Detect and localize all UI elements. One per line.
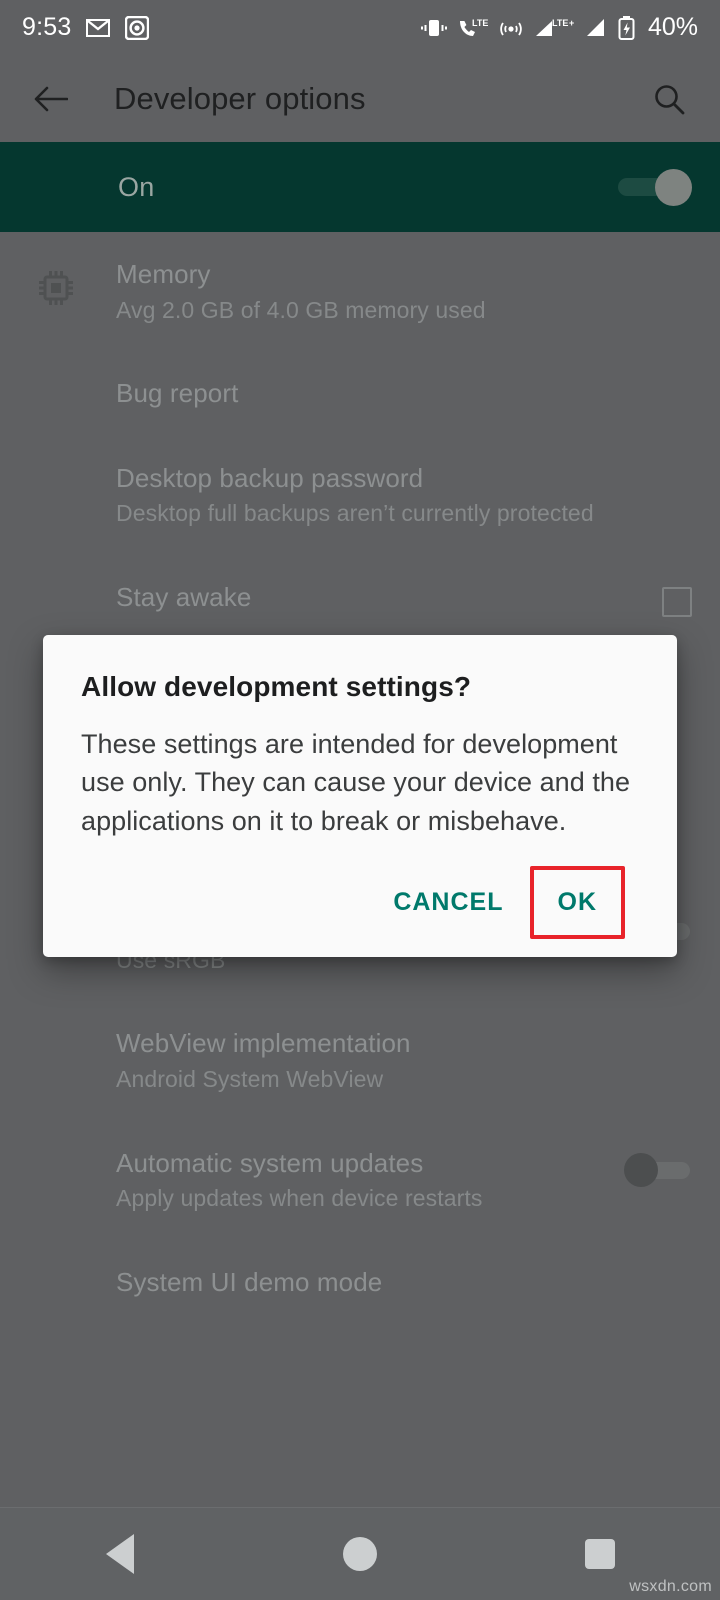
gmail-icon (85, 17, 111, 39)
memory-chip-icon (28, 260, 84, 316)
app-bar: Developer options (0, 55, 720, 142)
master-switch-label: On (118, 171, 155, 202)
nav-recents-square (585, 1539, 615, 1569)
nav-back-icon[interactable] (0, 1508, 240, 1600)
list-item-title: Memory (116, 259, 211, 289)
clock: 9:53 (22, 13, 72, 41)
nav-home-circle (343, 1537, 377, 1571)
nav-back-triangle (106, 1534, 134, 1574)
hotspot-icon (499, 17, 523, 39)
list-item-title: WebView implementation (116, 1028, 411, 1059)
list-item-title: Bug report (116, 378, 239, 409)
list-item[interactable]: Memory Avg 2.0 GB of 4.0 GB memory used (0, 232, 720, 351)
battery-charging-icon (618, 15, 635, 40)
ok-button[interactable]: OK (529, 865, 625, 939)
signal-lte-icon: LTE + (534, 17, 574, 39)
list-item-text: Automatic system updates Apply updates w… (116, 1147, 610, 1214)
search-icon[interactable] (646, 76, 692, 122)
list-item[interactable]: Bug report (0, 351, 720, 436)
list-item[interactable]: System UI demo mode (0, 1240, 720, 1325)
signal-bars-icon (585, 17, 607, 39)
list-item-subtitle: Desktop full backups aren’t currently pr… (116, 500, 594, 527)
list-item-text: Bug report (116, 377, 692, 410)
list-item-control[interactable] (662, 581, 692, 618)
list-item[interactable]: WebView implementation Android System We… (0, 1001, 720, 1120)
status-bar-right: LTE LTE + 40% (420, 13, 698, 42)
status-bar-left: 9:53 (22, 13, 150, 42)
dialog-message: These settings are intended for developm… (81, 729, 631, 836)
phone-screen: 9:53 LTE LTE + 40% Developer options On … (0, 0, 720, 1600)
svg-text:+: + (569, 18, 574, 28)
dialog-title: Allow development settings? (81, 671, 472, 702)
record-icon (125, 15, 150, 40)
automatic-system-updates-switch[interactable] (624, 1152, 692, 1187)
page-title: Developer options (114, 80, 366, 116)
switch-thumb (624, 1152, 658, 1187)
list-item-text: System UI demo mode (116, 1266, 692, 1299)
list-item-control[interactable] (624, 1147, 692, 1187)
system-navigation-bar (0, 1507, 720, 1600)
list-item-title: System UI demo mode (116, 1267, 383, 1298)
list-item[interactable]: Desktop backup password Desktop full bac… (0, 436, 720, 555)
list-item-text: Memory Avg 2.0 GB of 4.0 GB memory used (116, 258, 692, 325)
svg-text:LTE: LTE (552, 18, 568, 28)
arrow-back-icon[interactable] (28, 76, 74, 122)
vibrate-icon (420, 18, 447, 38)
list-item-title: Stay awake (116, 582, 252, 613)
nav-home-icon[interactable] (240, 1508, 480, 1600)
master-switch-toggle[interactable] (618, 167, 692, 207)
list-item-subtitle: Apply updates when device restarts (116, 1185, 483, 1212)
dialog-actions: CANCEL OK (81, 865, 639, 957)
list-item-text: Desktop backup password Desktop full bac… (116, 462, 692, 529)
developer-options-master-switch-bar[interactable]: On (0, 142, 720, 232)
status-bar: 9:53 LTE LTE + 40% (0, 0, 720, 55)
list-item[interactable]: Stay awake (0, 555, 720, 643)
list-item-text: WebView implementation Android System We… (116, 1027, 692, 1094)
master-switch-thumb (655, 169, 692, 206)
list-item-subtitle: Android System WebView (116, 1065, 384, 1092)
list-item-subtitle: Avg 2.0 GB of 4.0 GB memory used (116, 296, 486, 323)
list-item-text: Stay awake (116, 581, 648, 614)
watermark: wsxdn.com (629, 1578, 712, 1595)
list-item[interactable]: Automatic system updates Apply updates w… (0, 1121, 720, 1240)
svg-text:LTE: LTE (472, 18, 488, 28)
stay-awake-checkbox[interactable] (662, 587, 692, 618)
list-item-title: Automatic system updates (116, 1147, 424, 1178)
call-lte-icon: LTE (458, 17, 488, 39)
cancel-button[interactable]: CANCEL (375, 872, 521, 933)
allow-development-settings-dialog: Allow development settings? These settin… (43, 635, 677, 957)
battery-percent: 40% (647, 13, 698, 41)
list-item-title: Desktop backup password (116, 462, 424, 493)
